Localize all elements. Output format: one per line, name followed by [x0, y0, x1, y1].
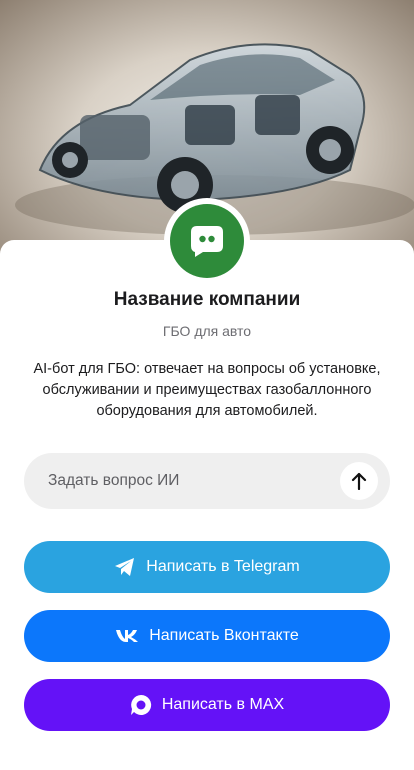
- vk-button[interactable]: Написать Вконтакте: [24, 610, 390, 662]
- telegram-icon: [114, 557, 136, 577]
- company-name: Название компании: [113, 289, 301, 310]
- avatar: [164, 198, 250, 284]
- telegram-button-label: Написать в Telegram: [146, 558, 300, 575]
- max-button-label: Написать в MAX: [161, 696, 285, 713]
- telegram-button[interactable]: Написать в Telegram: [24, 541, 390, 593]
- company-category: ГБО для авто: [162, 323, 252, 339]
- ask-ai-placeholder: Задать вопрос ИИ: [48, 472, 180, 489]
- arrow-up-icon: [351, 472, 367, 490]
- chat-bot-icon: [191, 226, 223, 257]
- vk-button-label: Написать Вконтакте: [149, 627, 299, 644]
- company-description: AI-бот для ГБО: отвечает на вопросы об у…: [33, 361, 381, 419]
- send-button[interactable]: [340, 462, 378, 500]
- bot-avatar: [170, 204, 244, 278]
- vk-icon: [115, 629, 139, 643]
- max-icon: [130, 694, 152, 716]
- max-button[interactable]: Написать в MAX: [24, 679, 390, 731]
- ask-ai-input[interactable]: Задать вопрос ИИ: [24, 453, 390, 509]
